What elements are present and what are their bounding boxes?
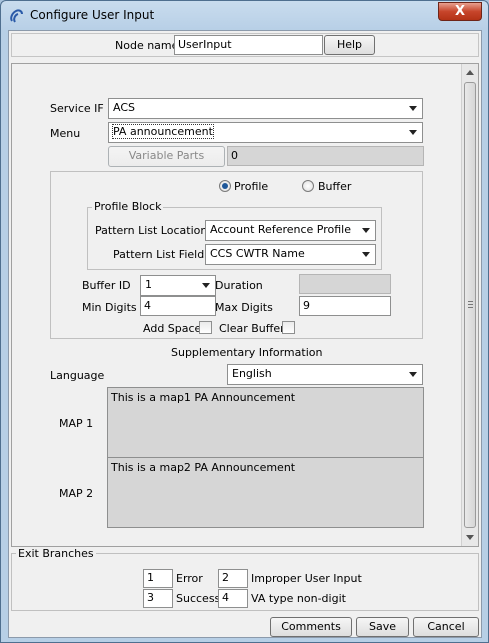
map2-label: MAP 2 [59,487,94,500]
close-icon: X [454,4,466,19]
node-name-value: UserInput [178,38,232,51]
menu-value: PA announcement [112,124,214,139]
dropdown-arrow-icon [409,372,417,377]
scroll-up-icon[interactable] [466,70,474,75]
map1-label: MAP 1 [59,417,94,430]
max-digits-label: Max Digits [215,301,273,314]
configure-user-input-window: Configure User Input X Node name UserInp… [0,0,489,643]
help-button[interactable]: Help [324,35,375,55]
exit-branch-1-label: Error [176,572,203,585]
grip-icon [468,301,473,308]
pattern-list-location-label: Pattern List Location [95,224,208,237]
help-label: Help [336,38,363,51]
map1-textarea[interactable]: This is a map1 PA Announcement [107,387,424,458]
variable-parts-label: Variable Parts [128,149,205,162]
exit-branch-1-number: 1 [143,569,173,588]
exit-branch-4-label: VA type non-digit [251,592,346,605]
buffer-radio[interactable] [302,180,314,192]
dropdown-arrow-icon [362,252,370,257]
min-digits-input[interactable]: 4 [140,296,216,316]
comments-button[interactable]: Comments [270,617,352,637]
exit-branches-group: Exit Branches 1 Error 2 Improper User In… [11,547,479,611]
node-name-bar: Node name UserInput Help [11,33,479,57]
exit-branch-3-number: 3 [143,589,173,608]
pattern-list-field-select[interactable]: CCS CWTR Name [205,244,376,265]
service-if-select[interactable]: ACS [108,98,423,119]
min-digits-value: 4 [144,299,151,312]
save-label: Save [368,620,396,633]
language-select[interactable]: English [227,364,423,385]
buffer-radio-label: Buffer [318,180,352,193]
scroll-down-icon[interactable] [466,535,474,540]
dropdown-arrow-icon [409,130,417,135]
variable-parts-button[interactable]: Variable Parts [108,146,225,167]
language-value: English [232,367,272,380]
duration-label: Duration [215,279,263,292]
service-if-value: ACS [113,101,135,114]
clear-buffer-label: Clear Buffer [219,322,285,335]
close-button[interactable]: X [438,2,482,21]
variable-parts-value: 0 [231,149,238,162]
dialog-client: Node name UserInput Help Service IF ACS … [8,30,482,638]
language-label: Language [50,369,105,382]
dropdown-arrow-icon [202,283,210,288]
main-scroll-pane[interactable]: Service IF ACS Menu PA announcement Vari… [11,63,479,547]
exit-branch-2-label: Improper User Input [251,572,362,585]
node-name-label: Node name [115,39,179,52]
exit-branch-3-label: Success [176,592,221,605]
profile-block-title: Profile Block [92,200,164,213]
add-space-checkbox[interactable] [199,321,212,334]
window-title: Configure User Input [30,8,155,22]
cancel-label: Cancel [427,620,465,633]
menu-select[interactable]: PA announcement [108,122,423,143]
map2-textarea[interactable]: This is a map2 PA Announcement [107,457,424,528]
pattern-list-field-label: Pattern List Field [113,248,205,261]
duration-field [299,274,391,294]
exit-branch-4-number: 4 [218,589,248,608]
footer-buttons: Comments Save Cancel [9,615,481,637]
max-digits-input[interactable]: 9 [299,296,391,316]
clear-buffer-checkbox[interactable] [282,321,295,334]
vertical-scrollbar[interactable] [461,64,478,546]
title-bar[interactable]: Configure User Input X [1,1,488,29]
profile-radio[interactable] [219,180,231,192]
map1-value: This is a map1 PA Announcement [111,391,296,404]
save-button[interactable]: Save [356,617,409,637]
pattern-list-field-value: CCS CWTR Name [210,247,305,260]
scroll-thumb[interactable] [464,82,476,528]
buffer-id-label: Buffer ID [82,279,131,292]
buffer-id-select[interactable]: 1 [140,275,216,296]
app-icon [10,9,23,23]
supplementary-title: Supplementary Information [171,346,323,359]
variable-parts-field: 0 [227,146,424,166]
dropdown-arrow-icon [409,106,417,111]
menu-label: Menu [50,127,81,140]
pattern-list-location-value: Account Reference Profile [210,223,352,236]
node-name-input[interactable]: UserInput [174,35,323,55]
exit-branch-2-number: 2 [218,569,248,588]
add-space-label: Add Space [143,322,202,335]
min-digits-label: Min Digits [82,301,137,314]
service-if-label: Service IF [50,102,104,115]
profile-radio-label: Profile [234,180,269,193]
buffer-id-value: 1 [145,278,152,291]
exit-branches-title: Exit Branches [16,547,96,560]
max-digits-value: 9 [303,299,310,312]
cancel-button[interactable]: Cancel [413,617,479,637]
comments-label: Comments [281,620,341,633]
dropdown-arrow-icon [362,228,370,233]
pattern-list-location-select[interactable]: Account Reference Profile [205,220,376,241]
map2-value: This is a map2 PA Announcement [111,461,296,474]
